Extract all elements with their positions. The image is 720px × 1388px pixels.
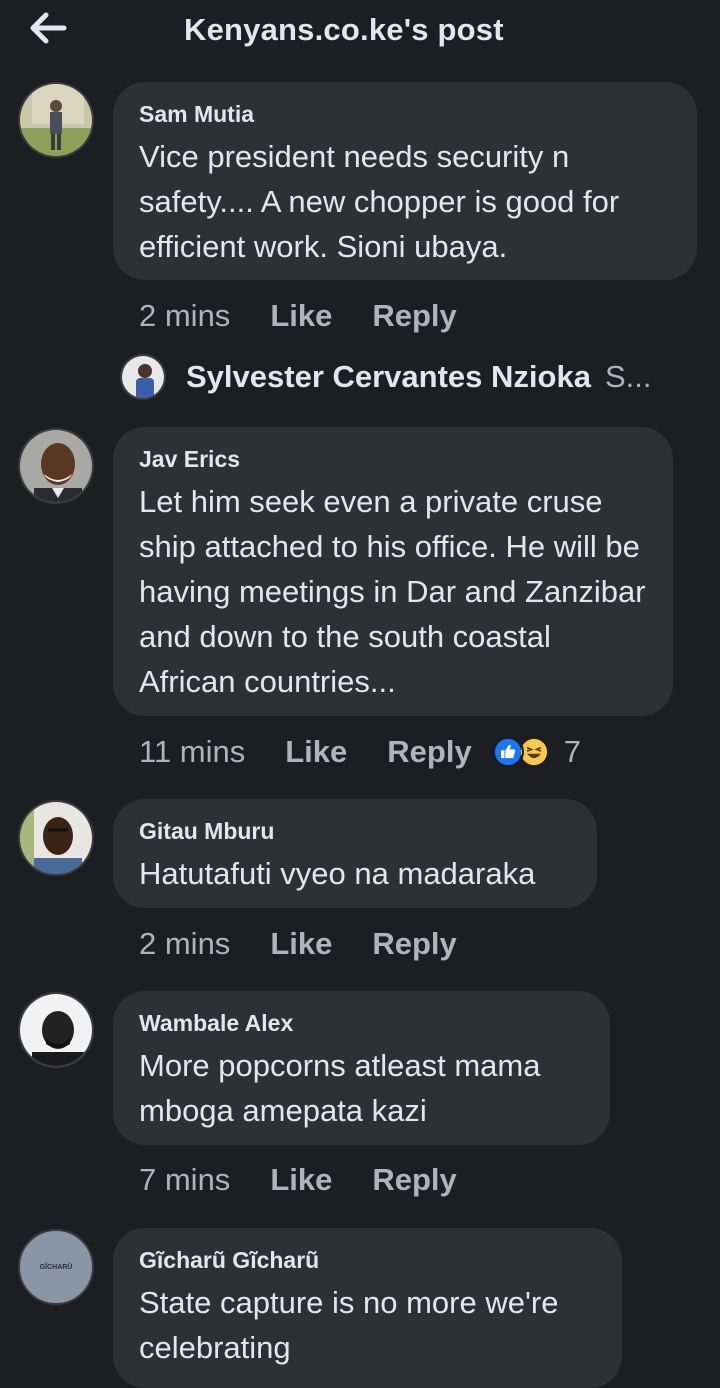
comment-author[interactable]: Wambale Alex: [139, 1009, 584, 1037]
reactions-summary[interactable]: 7: [491, 734, 581, 770]
like-reaction-icon: [491, 736, 524, 768]
comment-text: More popcorns atleast mama mboga amepata…: [139, 1048, 541, 1128]
comment-actions: 2 mins Like Reply: [139, 924, 457, 964]
like-button[interactable]: Like: [270, 1162, 332, 1198]
avatar-photo: [20, 994, 92, 1066]
reply-snippet: S...: [604, 359, 652, 394]
comment-bubble[interactable]: Sam Mutia Vice president needs security …: [113, 82, 697, 280]
comment-bubble[interactable]: Gitau Mburu Hatutafuti vyeo na madaraka: [113, 799, 597, 908]
comment-time[interactable]: 11 mins: [139, 734, 245, 770]
avatar[interactable]: [18, 800, 94, 876]
reply-button[interactable]: Reply: [372, 298, 456, 334]
comment-actions: 11 mins Like Reply 7: [139, 732, 581, 772]
comment-time[interactable]: 2 mins: [139, 298, 230, 334]
avatar-photo: [20, 84, 92, 156]
reply-button[interactable]: Reply: [387, 734, 471, 770]
avatar[interactable]: [18, 82, 94, 158]
view-reply-link[interactable]: Sylvester Cervantes Nzioka S...: [120, 354, 651, 400]
avatar: [120, 354, 166, 400]
like-button[interactable]: Like: [285, 734, 347, 770]
avatar-photo: [20, 430, 92, 502]
comment-actions: 7 mins Like Reply: [139, 1160, 457, 1200]
reply-button[interactable]: Reply: [372, 1162, 456, 1198]
comment-time[interactable]: 2 mins: [139, 926, 230, 962]
avatar-text: GĨCHARŨ: [39, 1263, 73, 1271]
comment-author[interactable]: Gitau Mburu: [139, 817, 571, 845]
reply-button[interactable]: Reply: [372, 926, 456, 962]
reply-author: Sylvester Cervantes Nzioka: [186, 359, 591, 394]
comment-author[interactable]: Gĩcharũ Gĩcharũ: [139, 1246, 596, 1274]
comment-author[interactable]: Sam Mutia: [139, 100, 671, 128]
comment-text: Let him seek even a private cruse ship a…: [139, 484, 646, 699]
comment-time[interactable]: 7 mins: [139, 1162, 230, 1198]
reaction-count: 7: [563, 734, 581, 769]
comment-author[interactable]: Jav Erics: [139, 445, 647, 473]
comment-bubble[interactable]: Wambale Alex More popcorns atleast mama …: [113, 991, 610, 1145]
comment-bubble[interactable]: Gĩcharũ Gĩcharũ State capture is no more…: [113, 1228, 622, 1388]
comment-actions: 2 mins Like Reply: [139, 296, 457, 336]
avatar[interactable]: GĨCHARŨ: [18, 1229, 94, 1305]
comment-bubble[interactable]: Jav Erics Let him seek even a private cr…: [113, 427, 673, 716]
comment-text: State capture is no more we're celebrati…: [139, 1285, 559, 1365]
avatar[interactable]: [18, 992, 94, 1068]
back-button[interactable]: [28, 10, 68, 46]
comment-text: Hatutafuti vyeo na madaraka: [139, 856, 536, 891]
like-button[interactable]: Like: [270, 298, 332, 334]
top-bar: Kenyans.co.ke's post: [0, 0, 720, 68]
avatar[interactable]: [18, 428, 94, 504]
avatar-photo: [20, 802, 92, 874]
comment-text: Vice president needs security n safety..…: [139, 139, 620, 264]
arrow-left-icon: [30, 12, 67, 44]
like-button[interactable]: Like: [270, 926, 332, 962]
page-title: Kenyans.co.ke's post: [184, 12, 504, 47]
